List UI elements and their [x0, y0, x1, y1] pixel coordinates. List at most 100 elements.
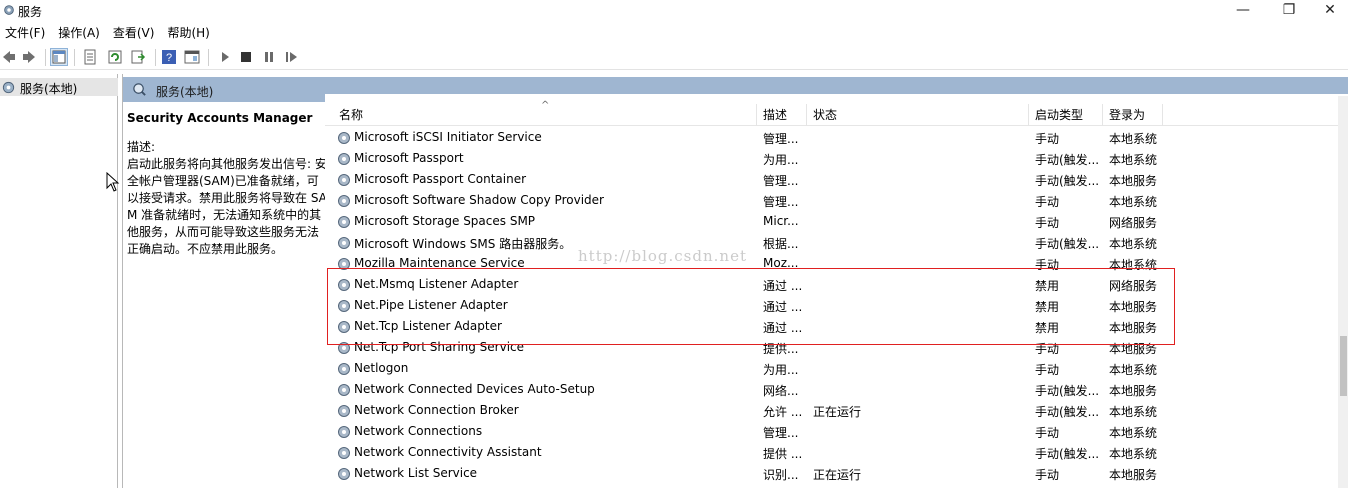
- service-row[interactable]: Mozilla Maintenance Service Moz... 手动 本地系统: [325, 253, 1348, 274]
- service-name-cell: Microsoft iSCSI Initiator Service: [354, 130, 542, 144]
- service-name-cell: Net.Tcp Port Sharing Service: [354, 340, 525, 354]
- service-row[interactable]: Microsoft Passport 为用... 手动(触发... 本地系统: [325, 148, 1348, 169]
- restart-icon[interactable]: [284, 49, 300, 65]
- service-startup-cell: 手动(触发...: [1035, 384, 1100, 398]
- services-list: ^ 名称 描述 状态 启动类型 登录为 Microsoft iSCSI Init…: [325, 94, 1348, 488]
- service-startup-cell: 禁用: [1035, 300, 1060, 314]
- services-gear-icon: [2, 81, 15, 94]
- console-view-icon[interactable]: [184, 49, 200, 65]
- column-header-log-on-as[interactable]: 登录为: [1103, 104, 1163, 126]
- service-row[interactable]: Microsoft Software Shadow Copy Provider 管…: [325, 190, 1348, 211]
- service-description-cell: 识别...: [763, 468, 799, 482]
- service-logon-cell: 本地服务: [1109, 342, 1158, 356]
- refresh-icon[interactable]: [107, 49, 123, 65]
- help-icon[interactable]: ?: [161, 49, 177, 65]
- column-header-status[interactable]: 状态: [807, 104, 1029, 126]
- vertical-scrollbar[interactable]: [1338, 96, 1348, 488]
- toolbar-separator: [74, 49, 75, 66]
- menu-help[interactable]: 帮助(H): [162, 23, 214, 43]
- service-description-cell: 通过 ...: [763, 279, 803, 293]
- service-description-cell: 网络...: [763, 384, 799, 398]
- service-logon-cell: 本地服务: [1109, 321, 1158, 335]
- service-description-cell: 提供 ...: [763, 447, 803, 461]
- service-startup-cell: 手动: [1035, 363, 1060, 377]
- service-row[interactable]: Microsoft Storage Spaces SMP Micr... 手动 网络服…: [325, 211, 1348, 232]
- service-name-cell: Microsoft Passport: [354, 151, 464, 165]
- service-logon-cell: 本地系统: [1109, 195, 1158, 209]
- service-description-cell: 提供...: [763, 342, 799, 356]
- service-row[interactable]: Network Connectivity Assistant 提供 ... 手动(触…: [325, 442, 1348, 463]
- service-startup-cell: 手动: [1035, 426, 1060, 440]
- toolbar-separator: [45, 49, 46, 66]
- service-gear-icon: [338, 300, 350, 312]
- service-startup-cell: 手动: [1035, 468, 1060, 482]
- service-name-cell: Network Connection Broker: [354, 403, 519, 417]
- description-label: 描述:: [127, 140, 156, 154]
- service-gear-icon: [338, 447, 350, 459]
- show-hide-console-tree-icon[interactable]: [50, 48, 68, 66]
- service-name-cell: Microsoft Storage Spaces SMP: [354, 214, 536, 228]
- service-row[interactable]: Microsoft iSCSI Initiator Service 管理... 手动…: [325, 127, 1348, 148]
- service-gear-icon: [338, 132, 350, 144]
- service-row[interactable]: Network List Service 识别... 正在运行 手动 本地服务: [325, 463, 1348, 484]
- scrollbar-thumb[interactable]: [1340, 336, 1347, 396]
- watermark: http://blog.csdn.net: [578, 247, 747, 265]
- tree-item-services-local[interactable]: 服务(本地): [0, 78, 118, 96]
- service-startup-cell: 手动(触发...: [1035, 447, 1100, 461]
- forward-icon[interactable]: [21, 49, 37, 65]
- service-gear-icon: [338, 321, 350, 333]
- service-gear-icon: [338, 237, 350, 249]
- service-row[interactable]: Network Connected Devices Auto-Setup 网络..…: [325, 379, 1348, 400]
- service-logon-cell: 本地服务: [1109, 174, 1158, 188]
- service-description-cell: 根据...: [763, 237, 799, 251]
- maximize-button[interactable]: ❐: [1266, 0, 1312, 22]
- service-name-cell: Network Connections: [354, 424, 483, 438]
- start-icon[interactable]: [217, 49, 233, 65]
- service-name-cell: Network Connectivity Assistant: [354, 445, 542, 459]
- column-header-description[interactable]: 描述: [757, 104, 807, 126]
- service-row[interactable]: Microsoft Windows SMS 路由器服务。 根据... 手动(触发..…: [325, 232, 1348, 253]
- service-gear-icon: [338, 342, 350, 354]
- column-header-startup-type[interactable]: 启动类型: [1029, 104, 1103, 126]
- service-row[interactable]: Net.Msmq Listener Adapter 通过 ... 禁用 网络服务: [325, 274, 1348, 295]
- service-logon-cell: 本地系统: [1109, 405, 1158, 419]
- search-services-icon: [133, 83, 146, 96]
- minimize-button[interactable]: —: [1220, 0, 1266, 22]
- service-rows: Microsoft iSCSI Initiator Service 管理... 手动…: [325, 127, 1348, 484]
- service-row[interactable]: Network Connections 管理... 手动 本地系统: [325, 421, 1348, 442]
- menu-file[interactable]: 文件(F): [0, 23, 50, 43]
- service-startup-cell: 手动: [1035, 132, 1060, 146]
- service-description-cell: 通过 ...: [763, 300, 803, 314]
- export-list-icon[interactable]: [130, 49, 146, 65]
- toolbar: ?: [0, 45, 1348, 70]
- toolbar-separator: [155, 49, 156, 66]
- service-name-cell: Netlogon: [354, 361, 409, 375]
- column-header-name[interactable]: 名称: [325, 104, 757, 126]
- service-gear-icon: [338, 384, 350, 396]
- service-description-cell: 为用...: [763, 153, 799, 167]
- service-row[interactable]: Network Connection Broker 允许 ... 正在运行 手动(触发…: [325, 400, 1348, 421]
- services-pane: 服务(本地) Security Accounts Manager 描述: 启动此…: [122, 74, 1348, 488]
- service-logon-cell: 本地系统: [1109, 153, 1158, 167]
- service-description-cell: Moz...: [763, 256, 799, 270]
- close-button[interactable]: ✕: [1312, 0, 1348, 22]
- service-row[interactable]: Netlogon 为用... 手动 本地系统: [325, 358, 1348, 379]
- menu-action[interactable]: 操作(A): [53, 23, 105, 43]
- service-startup-cell: 禁用: [1035, 279, 1060, 293]
- service-row[interactable]: Microsoft Passport Container 管理... 手动(触发..…: [325, 169, 1348, 190]
- svg-text:?: ?: [166, 52, 172, 64]
- service-startup-cell: 手动: [1035, 342, 1060, 356]
- service-gear-icon: [338, 153, 350, 165]
- pause-icon[interactable]: [261, 49, 277, 65]
- properties-icon[interactable]: [82, 49, 98, 65]
- menu-view[interactable]: 查看(V): [108, 23, 160, 43]
- service-row[interactable]: Net.Pipe Listener Adapter 通过 ... 禁用 本地服务: [325, 295, 1348, 316]
- service-row[interactable]: Net.Tcp Port Sharing Service 提供... 手动 本地服务: [325, 337, 1348, 358]
- service-description-cell: 管理...: [763, 174, 799, 188]
- back-icon[interactable]: [1, 49, 17, 65]
- service-row[interactable]: Net.Tcp Listener Adapter 通过 ... 禁用 本地服务: [325, 316, 1348, 337]
- stop-icon[interactable]: [238, 49, 254, 65]
- service-logon-cell: 本地系统: [1109, 132, 1158, 146]
- service-logon-cell: 本地系统: [1109, 258, 1158, 272]
- list-header: ^ 名称 描述 状态 启动类型 登录为: [325, 100, 1348, 126]
